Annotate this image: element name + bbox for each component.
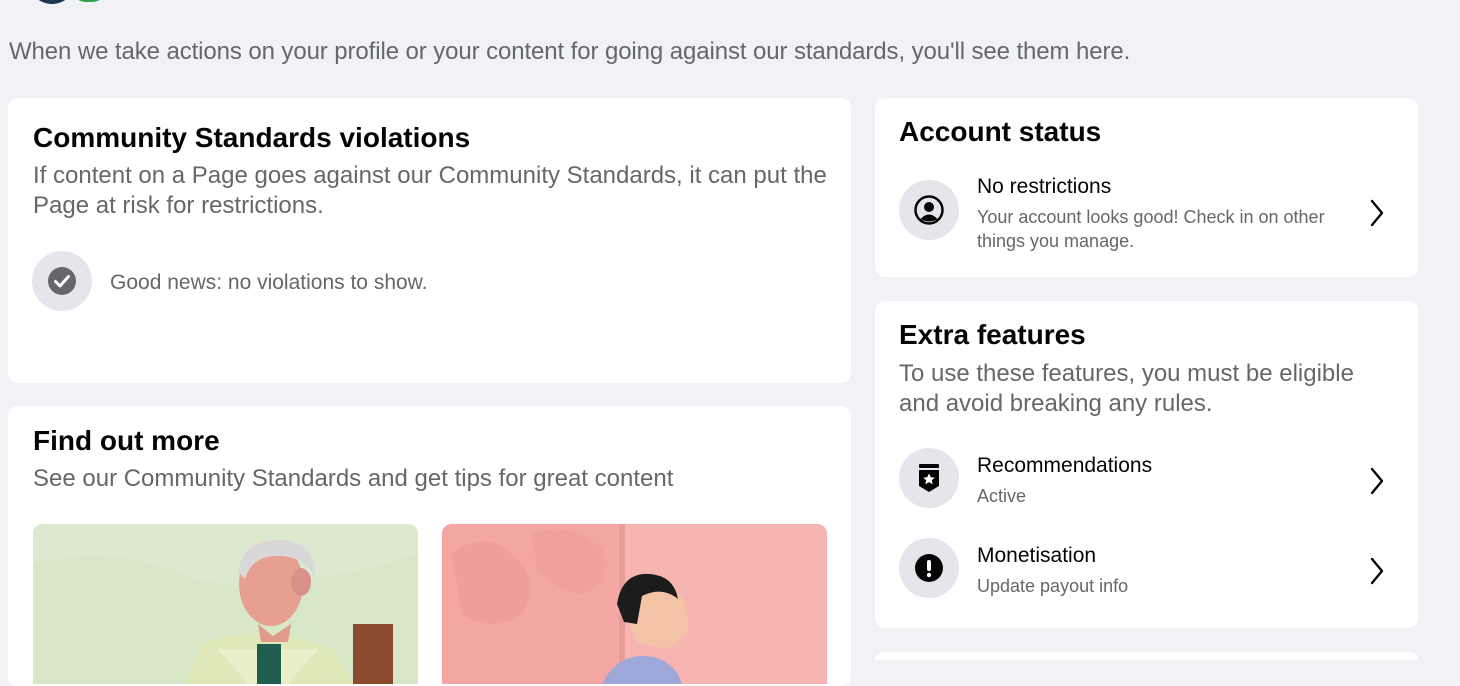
person-illustration (442, 524, 827, 684)
chevron-right-icon[interactable] (1365, 196, 1389, 230)
account-status-item-title: No restrictions (977, 175, 1112, 198)
monetisation-subtitle: Update payout info (977, 576, 1129, 596)
account-status-card: Account status No restrictions Your acco… (875, 98, 1418, 277)
extra-features-title: Extra features (899, 319, 1086, 350)
check-circle-icon (32, 251, 92, 311)
profile-avatars (28, 0, 110, 8)
community-standards-illustration[interactable] (33, 524, 418, 684)
violations-description: If content on a Page goes against our Co… (33, 162, 827, 219)
find-out-more-title: Find out more (33, 425, 220, 456)
person-circle-icon (899, 180, 959, 240)
monetisation-title: Monetisation (977, 544, 1097, 567)
recommendations-subtitle: Active (977, 486, 1027, 506)
status-avatar (68, 0, 110, 5)
avatar (28, 0, 76, 4)
violations-status-text: Good news: no violations to show. (110, 271, 428, 294)
extra-features-description: To use these features, you must be eligi… (899, 360, 1354, 417)
chevron-right-icon[interactable] (1365, 464, 1389, 498)
recommendations-title: Recommendations (977, 454, 1153, 477)
account-status-item-subtitle: Your account looks good! Check in on oth… (977, 207, 1325, 251)
tips-illustration[interactable] (442, 524, 827, 684)
alert-circle-icon (899, 538, 959, 598)
extra-features-card: Extra features To use these features, yo… (875, 301, 1418, 628)
intro-text: When we take actions on your profile or … (9, 38, 1131, 65)
find-out-more-description: See our Community Standards and get tips… (33, 465, 674, 492)
badge-star-icon (899, 448, 959, 508)
elderly-man-illustration (33, 524, 418, 684)
next-card (875, 652, 1418, 660)
violations-title: Community Standards violations (33, 122, 471, 153)
account-status-title: Account status (899, 116, 1102, 147)
chevron-right-icon[interactable] (1365, 554, 1389, 588)
find-out-more-card: Find out more See our Community Standard… (8, 406, 851, 686)
violations-card: Community Standards violations If conten… (8, 98, 851, 383)
